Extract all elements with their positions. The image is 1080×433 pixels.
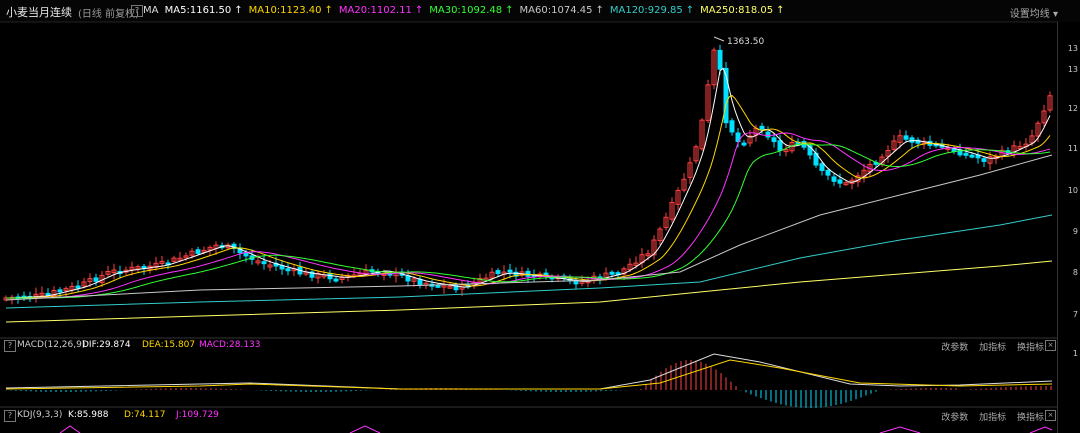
candle bbox=[495, 270, 501, 275]
macd-name: MACD(12,26,9) bbox=[17, 340, 86, 350]
kdj-close-icon[interactable]: × bbox=[1045, 410, 1056, 421]
price-tick: 7 bbox=[1072, 310, 1078, 319]
macd-dea: DEA:15.807 bbox=[142, 340, 196, 350]
candle bbox=[837, 179, 843, 184]
macd-help-icon[interactable]: ? bbox=[4, 340, 16, 352]
candle bbox=[771, 137, 777, 143]
candle bbox=[609, 271, 615, 275]
close-icon[interactable]: × bbox=[1045, 340, 1056, 351]
ma60-line bbox=[5, 154, 1053, 301]
kdj-j-line bbox=[59, 425, 81, 433]
price-tick: 11 bbox=[1067, 144, 1078, 153]
candle bbox=[777, 140, 783, 151]
kdj-j-line bbox=[1029, 426, 1053, 433]
kdj-help-icon[interactable]: ? bbox=[4, 410, 16, 422]
kdj-add-indicator-button[interactable]: 加指标 bbox=[979, 413, 1006, 423]
candle bbox=[729, 120, 735, 133]
kdj-switch-indicator-button[interactable]: 换指标 bbox=[1017, 413, 1044, 423]
candle bbox=[825, 170, 831, 176]
kdj-k: K:85.988 bbox=[68, 410, 109, 420]
candle bbox=[963, 152, 969, 156]
candle bbox=[717, 49, 723, 70]
kdj-j: J:109.729 bbox=[176, 410, 219, 420]
candle bbox=[819, 163, 825, 171]
price-tick: 8 bbox=[1072, 268, 1078, 277]
price-tick: 10 bbox=[1067, 186, 1078, 195]
kdj-j-line bbox=[349, 425, 381, 433]
candle bbox=[285, 268, 291, 272]
macd-axis-tick: 1 bbox=[1072, 349, 1078, 358]
price-tick: 13 bbox=[1067, 44, 1078, 53]
candle bbox=[93, 277, 99, 282]
candle bbox=[333, 278, 339, 282]
price-axis: 13 13 12 11 10 9 8 7 1 bbox=[1057, 22, 1080, 433]
kdj-name: KDJ(9,3,3) bbox=[17, 410, 63, 420]
candle bbox=[75, 285, 81, 289]
price-tick: 12 bbox=[1067, 104, 1078, 113]
candle bbox=[435, 284, 441, 288]
macd-panel-header: ? MACD(12,26,9) DIF:29.874 DEA:15.807 MA… bbox=[0, 339, 1058, 353]
price-chart[interactable]: 1363.50 bbox=[0, 0, 1058, 433]
kdj-panel-header: ? KDJ(9,3,3) K:85.988 D:74.117 J:109.729… bbox=[0, 409, 1058, 423]
candle bbox=[903, 135, 909, 140]
kdj-d: D:74.117 bbox=[124, 410, 166, 420]
change-params-button[interactable]: 改参数 bbox=[941, 343, 968, 353]
kdj-j-line bbox=[879, 426, 921, 433]
add-indicator-button[interactable]: 加指标 bbox=[979, 343, 1006, 353]
candle bbox=[261, 261, 267, 265]
peak-label: 1363.50 bbox=[727, 37, 764, 47]
candle bbox=[909, 137, 915, 143]
candle bbox=[507, 269, 513, 273]
macd-dif: DIF:29.874 bbox=[82, 340, 131, 350]
candle bbox=[417, 278, 423, 286]
price-tick: 9 bbox=[1072, 227, 1078, 236]
switch-indicator-button[interactable]: 换指标 bbox=[1017, 343, 1044, 353]
candle bbox=[195, 249, 201, 254]
peak-pointer bbox=[713, 36, 725, 42]
candle bbox=[57, 289, 63, 293]
candle bbox=[969, 154, 975, 158]
candle bbox=[741, 142, 747, 146]
candle bbox=[765, 131, 771, 138]
candle bbox=[831, 176, 837, 182]
price-tick: 13 bbox=[1067, 65, 1078, 74]
macd-value: MACD:28.133 bbox=[199, 340, 261, 350]
kdj-change-params-button[interactable]: 改参数 bbox=[941, 413, 968, 423]
candle bbox=[981, 158, 987, 162]
